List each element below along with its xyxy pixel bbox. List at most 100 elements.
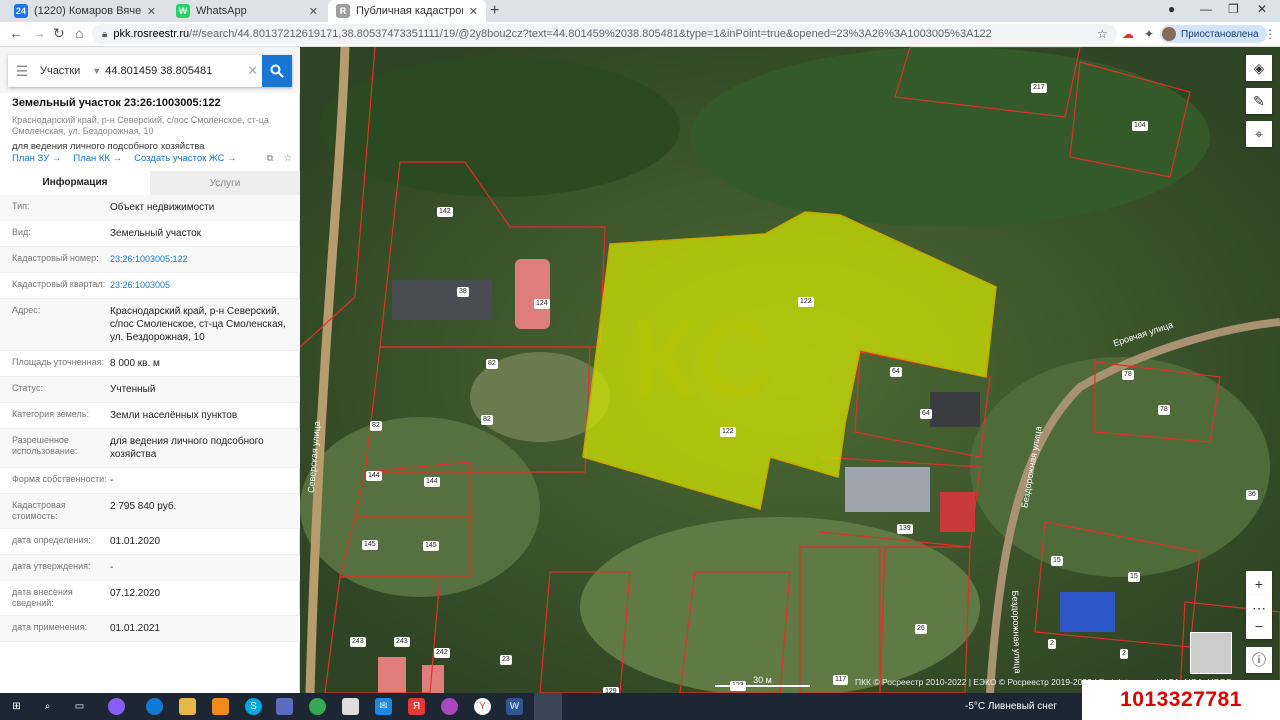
parcel-number-label[interactable]: 15: [1128, 572, 1140, 582]
create-zhs-link[interactable]: Создать участок ЖС →: [134, 153, 236, 164]
tab-search-icon[interactable]: ●: [1168, 2, 1175, 16]
mail-icon[interactable]: ✉: [375, 698, 392, 715]
hamburger-menu-icon[interactable]: ☰: [8, 63, 36, 80]
attribute-key: Вид:: [12, 227, 31, 237]
tab-info[interactable]: Информация: [0, 171, 150, 195]
app-icon[interactable]: [441, 698, 458, 715]
info-button[interactable]: ⓘ: [1246, 647, 1272, 673]
parcel-number-label[interactable]: 145: [362, 540, 378, 550]
zoom-in-button[interactable]: +: [1246, 571, 1272, 597]
scale-bar: 30 м: [715, 675, 810, 687]
overview-minimap[interactable]: [1190, 632, 1232, 674]
parcel-number-label[interactable]: 64: [890, 367, 902, 377]
parcel-number-label[interactable]: 82: [370, 421, 382, 431]
parcel-number-label[interactable]: 144: [366, 471, 382, 481]
parcel-number-label[interactable]: 145: [423, 541, 439, 551]
attribute-key: Кадастровый номер:: [12, 253, 99, 263]
parcel-number-label[interactable]: 23: [500, 655, 512, 665]
attribute-key: Категория земель:: [12, 409, 89, 419]
parcel-number-label[interactable]: 2: [1048, 639, 1056, 649]
close-icon[interactable]: ✕: [469, 5, 478, 18]
home-icon[interactable]: ⌂: [75, 25, 83, 41]
parcel-number-label[interactable]: 122: [798, 297, 814, 307]
parcel-number-label[interactable]: 78: [1158, 405, 1170, 415]
word-icon[interactable]: W: [506, 698, 523, 715]
profile-button[interactable]: Приостановлена: [1160, 25, 1267, 43]
parcel-number-label[interactable]: 217: [1031, 83, 1047, 93]
locate-button[interactable]: ⌖: [1246, 121, 1272, 147]
parcel-number-label[interactable]: 117: [833, 675, 849, 685]
parcel-number-label[interactable]: 124: [534, 299, 550, 309]
attribute-value: 8 000 кв. м: [110, 358, 160, 369]
forward-icon[interactable]: →: [32, 25, 46, 41]
plan-kk-link[interactable]: План КК →: [73, 153, 122, 164]
close-icon[interactable]: ✕: [147, 5, 156, 18]
attribute-value: 01.01.2020: [110, 536, 161, 547]
attribute-value[interactable]: 23:26:1003005:122: [110, 253, 288, 266]
app-icon[interactable]: [276, 698, 293, 715]
yandex-browser-icon[interactable]: Y: [474, 698, 491, 715]
search-button[interactable]: [262, 55, 292, 87]
yandex-icon[interactable]: Я: [408, 698, 425, 715]
layers-button[interactable]: ◈: [1246, 55, 1272, 81]
search-input[interactable]: [105, 65, 248, 77]
parcel-number-label[interactable]: 243: [350, 637, 366, 647]
tab-services[interactable]: Услуги: [150, 171, 300, 195]
search-mode-select[interactable]: Участки: [36, 65, 92, 77]
parcel-number-label[interactable]: 38: [457, 287, 469, 297]
extensions-puzzle-icon[interactable]: ✦: [1144, 27, 1154, 41]
app-icon[interactable]: [212, 698, 229, 715]
parcel-number-label[interactable]: 243: [394, 637, 410, 647]
measure-button[interactable]: ✎: [1246, 88, 1272, 114]
parcel-number-label[interactable]: 64: [920, 409, 932, 419]
close-icon[interactable]: ✕: [309, 5, 318, 18]
chrome-icon[interactable]: [309, 698, 326, 715]
extension-cloud-icon[interactable]: ☁: [1122, 27, 1134, 41]
minimize-icon[interactable]: —: [1200, 2, 1212, 16]
plan-zu-link[interactable]: План ЗУ →: [12, 153, 61, 164]
tab-vk[interactable]: 24 (1220) Комаров Вячеслав Викто… ✕: [6, 0, 164, 22]
parcel-number-label[interactable]: 15: [1051, 556, 1063, 566]
attribute-row: Тип: Объект недвижимости: [0, 195, 300, 221]
parcel-number-label[interactable]: 104: [1132, 121, 1148, 131]
favorite-star-icon[interactable]: ☆: [283, 153, 292, 164]
bookmark-star-icon[interactable]: ☆: [1097, 27, 1108, 41]
file-explorer-icon[interactable]: [179, 698, 196, 715]
tab-whatsapp[interactable]: W WhatsApp ✕: [168, 0, 326, 22]
chrome-active-icon[interactable]: [534, 693, 562, 720]
address-bar[interactable]: 🔒︎ pkk.rosreestr.ru /#/search/44.8013721…: [92, 24, 1117, 44]
zoom-out-button[interactable]: −: [1246, 613, 1272, 639]
reload-icon[interactable]: ↻: [53, 25, 65, 42]
parcel-number-label[interactable]: 122: [720, 427, 736, 437]
parcel-number-label[interactable]: 242: [434, 648, 450, 658]
parcel-number-label[interactable]: 78: [1122, 370, 1134, 380]
weather-widget[interactable]: -5°C Ливневый снег: [965, 701, 1057, 712]
skype-icon[interactable]: S: [245, 698, 262, 715]
parcel-number-label[interactable]: 139: [897, 524, 913, 534]
task-view-icon[interactable]: ▭: [71, 698, 88, 715]
maximize-icon[interactable]: ❐: [1228, 2, 1239, 16]
building-highlight: [422, 665, 444, 693]
parcel-number-label[interactable]: 144: [424, 477, 440, 487]
clear-icon[interactable]: ✕: [247, 63, 262, 79]
parcel-number-label[interactable]: 26: [915, 624, 927, 634]
parcel-number-label[interactable]: 142: [437, 207, 453, 217]
zoom-to-object-icon[interactable]: ⧉: [267, 153, 274, 164]
menu-dots-icon[interactable]: ⋮: [1264, 27, 1276, 41]
store-icon[interactable]: [342, 698, 359, 715]
new-tab-button[interactable]: +: [490, 2, 499, 20]
map-view[interactable]: КС 122 122 124 38 142 82 82 82 144 144 145 145 243 24…: [300, 47, 1280, 693]
edge-icon[interactable]: [146, 698, 163, 715]
parcel-number-label[interactable]: 2: [1120, 649, 1128, 659]
parcel-number-label[interactable]: 82: [481, 415, 493, 425]
search-icon[interactable]: ⌕: [39, 698, 56, 715]
window-close-icon[interactable]: ✕: [1257, 2, 1267, 16]
attribute-value[interactable]: 23:26:1003005: [110, 279, 288, 292]
app-icon[interactable]: [108, 698, 125, 715]
back-icon[interactable]: ←: [9, 25, 23, 41]
windows-start-icon[interactable]: ⊞: [8, 698, 25, 715]
chevron-down-icon[interactable]: ▼: [92, 66, 105, 76]
parcel-number-label[interactable]: 82: [486, 359, 498, 369]
tab-pkk[interactable]: R Публичная кадастровая карта ✕: [328, 0, 486, 22]
parcel-number-label[interactable]: 36: [1246, 490, 1258, 500]
